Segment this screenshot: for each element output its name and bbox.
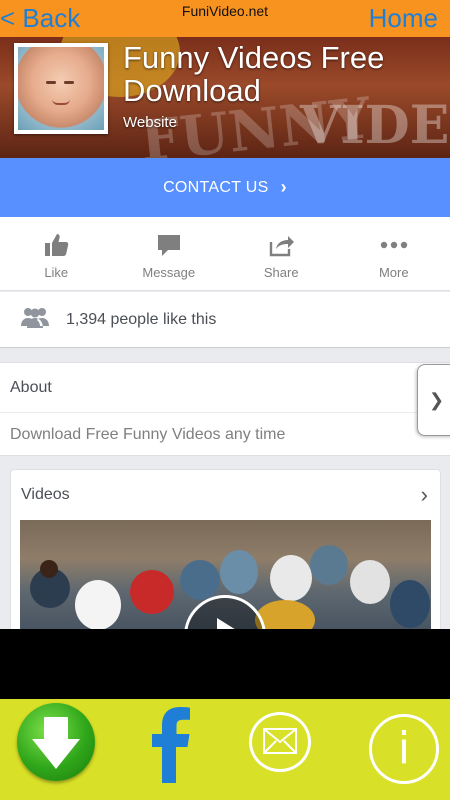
info-icon: i — [397, 723, 411, 774]
app-screen: < Back FuniVideo.net Home FUNNY VIDEOS F… — [0, 0, 450, 800]
like-label: Like — [44, 265, 69, 280]
contact-us-label: CONTACT US — [163, 178, 269, 196]
more-dots-icon — [380, 232, 408, 258]
more-label: More — [378, 265, 409, 280]
home-button[interactable]: Home — [369, 3, 438, 34]
contact-us-button[interactable]: CONTACT US › — [0, 158, 450, 217]
envelope-icon — [263, 728, 297, 754]
facebook-f-icon — [152, 707, 190, 783]
videos-heading: Videos — [21, 486, 70, 503]
more-button[interactable]: More — [338, 217, 450, 290]
info-button[interactable]: i — [369, 714, 439, 784]
download-arrow-icon — [32, 717, 80, 769]
bottom-toolbar: i — [0, 699, 450, 800]
share-button[interactable]: Share — [225, 217, 338, 290]
like-button[interactable]: Like — [0, 217, 113, 290]
about-card: About Download Free Funny Videos any tim… — [0, 362, 450, 456]
page-title: Funny Videos Free Download — [123, 40, 385, 108]
email-button[interactable] — [249, 712, 311, 772]
profile-avatar[interactable] — [14, 43, 108, 134]
side-drawer-tab[interactable]: ❯ — [417, 364, 450, 436]
videos-card: Videos › — [10, 469, 441, 639]
share-icon — [268, 232, 295, 258]
download-button[interactable] — [17, 703, 95, 781]
message-icon — [156, 232, 182, 258]
chevron-right-icon: › — [420, 482, 428, 507]
people-icon — [21, 306, 49, 333]
page-category: Website — [123, 114, 177, 131]
likes-count-text: 1,394 people like this — [66, 310, 217, 328]
share-label: Share — [263, 265, 299, 280]
videos-header[interactable]: Videos › — [11, 470, 440, 520]
action-bar: Like Message Share More — [0, 217, 450, 291]
facebook-button[interactable] — [146, 705, 196, 785]
about-heading[interactable]: About — [0, 363, 450, 413]
chevron-right-icon: › — [280, 177, 287, 197]
ad-banner-area — [0, 629, 450, 699]
likes-row[interactable]: 1,394 people like this — [0, 292, 450, 348]
baby-face-image — [18, 47, 104, 130]
message-label: Message — [142, 265, 196, 280]
top-bar: < Back FuniVideo.net Home — [0, 0, 450, 37]
chevron-right-icon: ❯ — [429, 389, 445, 410]
message-button[interactable]: Message — [113, 217, 226, 290]
about-description: Download Free Funny Videos any time — [10, 425, 286, 443]
thumbs-up-icon — [43, 232, 69, 258]
video-thumbnail[interactable] — [20, 520, 431, 638]
